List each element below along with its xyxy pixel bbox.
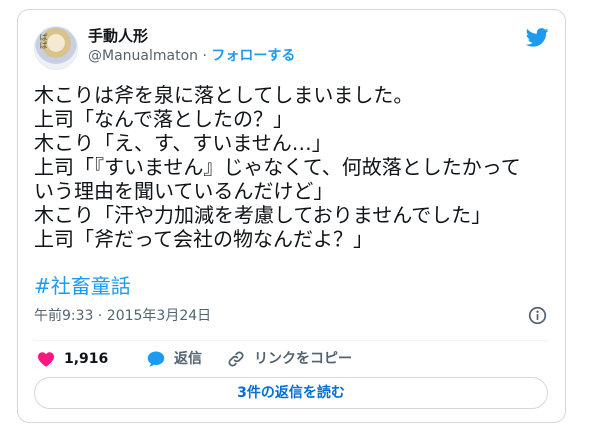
copy-link-button[interactable]: リンクをコピー: [226, 349, 366, 369]
timestamp-row: 午前9:33 · 2015年3月24日: [34, 305, 551, 327]
tweet-line: 上司「なんで落としたの？」: [34, 107, 293, 131]
info-icon[interactable]: [528, 306, 547, 325]
follow-button[interactable]: フォローする: [211, 48, 295, 64]
tweet-line: 上司「斧だって会社の物なんだよ？」: [34, 227, 373, 251]
handle-separator: ·: [202, 48, 207, 64]
tweet-card: ぱぱ 手動人形 @Manualmaton · フォローする 木こりは斧を泉に落と…: [17, 9, 566, 423]
user-handle[interactable]: @Manualmaton: [88, 48, 198, 64]
like-count: 1,916: [64, 351, 109, 367]
like-button[interactable]: 1,916: [36, 349, 109, 369]
divider: [34, 340, 549, 341]
tweet-line: 木こり「汗や力加減を考慮しておりませんでした」: [34, 203, 492, 227]
tweet-header: ぱぱ 手動人形 @Manualmaton · フォローする: [34, 24, 551, 72]
reply-button[interactable]: 返信: [146, 349, 206, 369]
heart-icon: [38, 352, 54, 367]
timestamp[interactable]: 午前9:33 · 2015年3月24日: [34, 308, 211, 324]
handle-row: @Manualmaton · フォローする: [88, 46, 295, 66]
avatar-lettering: ぱぱ: [39, 33, 48, 49]
read-replies-button[interactable]: 3件の返信を読む: [34, 377, 548, 409]
twitter-bird-icon[interactable]: [526, 28, 549, 47]
speech-bubble-icon: [147, 351, 165, 367]
copy-link-label: リンクをコピー: [254, 351, 352, 367]
author-block: 手動人形 @Manualmaton · フォローする: [88, 26, 295, 66]
tweet-line: 上司「『すいません』じゃなくて、何故落としたかって: [34, 155, 521, 179]
display-name[interactable]: 手動人形: [88, 26, 295, 46]
tweet-line: 木こりは斧を泉に落としてしまいました。: [34, 83, 414, 107]
hashtag-link[interactable]: #社畜童話: [34, 274, 554, 298]
tweet-text: 木こりは斧を泉に落としてしまいました。 上司「なんで落としたの？」 木こり「え、…: [34, 83, 554, 298]
reply-label: 返信: [174, 351, 202, 367]
tweet-line: いう理由を聞いているんだけど」: [34, 179, 334, 203]
avatar[interactable]: ぱぱ: [34, 26, 78, 70]
tweet-line: 木こり「え、す、すいません…」: [34, 131, 332, 155]
link-icon: [228, 351, 244, 367]
